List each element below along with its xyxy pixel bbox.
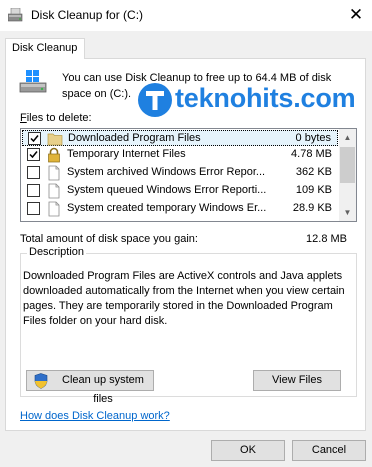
- clean-up-system-files-button[interactable]: Clean up system files: [26, 370, 154, 405]
- help-link[interactable]: How does Disk Cleanup work?: [20, 410, 170, 422]
- file-size: 0 bytes: [295, 132, 331, 144]
- title-bar[interactable]: Disk Cleanup for (C:) ✕: [0, 0, 372, 31]
- drive-icon: [19, 70, 47, 93]
- file-size: 109 KB: [295, 184, 332, 196]
- folder-icon: [47, 133, 63, 146]
- total-label: Total amount of disk space you gain:: [20, 233, 198, 245]
- list-scrollbar[interactable]: ▲ ▼: [339, 129, 356, 221]
- file-name: System archived Windows Error Repor...: [67, 166, 266, 178]
- window-title: Disk Cleanup for (C:): [31, 8, 144, 22]
- checkmark-icon: [30, 135, 39, 143]
- lock-icon: [48, 147, 60, 163]
- close-icon: ✕: [348, 5, 364, 24]
- shield-icon: [34, 373, 48, 389]
- description-text: Downloaded Program Files are ActiveX con…: [23, 270, 345, 327]
- file-icon: [48, 165, 60, 181]
- checkbox[interactable]: [28, 132, 41, 145]
- checkbox[interactable]: [27, 184, 40, 197]
- files-label-rest: iles to delete:: [26, 112, 92, 124]
- files-to-delete-list[interactable]: Downloaded Program Files 0 bytes Tempora…: [20, 128, 357, 222]
- close-button[interactable]: ✕: [340, 0, 372, 31]
- cancel-button[interactable]: Cancel: [292, 440, 366, 461]
- file-size: 28.9 KB: [292, 202, 332, 214]
- checkmark-icon: [29, 151, 38, 159]
- tab-disk-cleanup[interactable]: Disk Cleanup: [5, 38, 85, 59]
- list-item[interactable]: Temporary Internet Files 4.78 MB: [22, 147, 338, 163]
- checkbox[interactable]: [27, 166, 40, 179]
- file-name: System created temporary Windows Er...: [67, 202, 267, 214]
- file-name: Downloaded Program Files: [68, 132, 201, 144]
- watermark: teknohits.com: [137, 80, 356, 124]
- list-item[interactable]: System archived Windows Error Repor... 3…: [22, 165, 338, 181]
- view-files-button[interactable]: View Files: [253, 370, 341, 391]
- list-item[interactable]: System queued Windows Error Reporti... 1…: [22, 183, 338, 199]
- checkbox[interactable]: [27, 202, 40, 215]
- file-icon: [48, 183, 60, 199]
- list-item[interactable]: Downloaded Program Files 0 bytes: [22, 130, 338, 146]
- checkbox[interactable]: [27, 148, 40, 161]
- disk-cleanup-icon: [8, 8, 23, 22]
- scroll-down-icon[interactable]: ▼: [339, 204, 356, 221]
- file-icon: [48, 201, 60, 217]
- watermark-text: teknohits.com: [175, 83, 356, 113]
- file-size: 362 KB: [295, 166, 332, 178]
- files-to-delete-label: Files to delete:: [20, 112, 92, 124]
- clean-up-system-files-label: Clean up system files: [62, 374, 144, 405]
- files-label-accesskey: F: [20, 112, 27, 124]
- watermark-logo-icon: [138, 83, 172, 117]
- scroll-thumb[interactable]: [340, 147, 355, 183]
- file-size: 4.78 MB: [291, 148, 332, 160]
- scroll-up-icon[interactable]: ▲: [339, 129, 356, 146]
- file-name: Temporary Internet Files: [67, 148, 186, 160]
- file-name: System queued Windows Error Reporti...: [67, 184, 267, 196]
- tab-panel: You can use Disk Cleanup to free up to 6…: [5, 58, 366, 431]
- total-value: 12.8 MB: [306, 233, 347, 245]
- list-item[interactable]: System created temporary Windows Er... 2…: [22, 201, 338, 217]
- ok-button[interactable]: OK: [211, 440, 285, 461]
- description-title: Description: [27, 246, 87, 258]
